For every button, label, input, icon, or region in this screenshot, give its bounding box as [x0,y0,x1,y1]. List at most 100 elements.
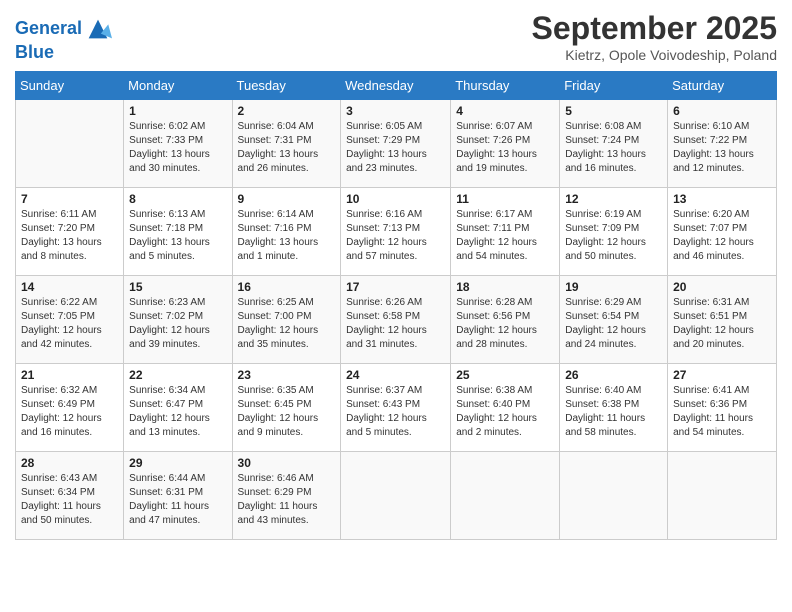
calendar-cell: 3 Sunrise: 6:05 AMSunset: 7:29 PMDaylight… [341,100,451,188]
day-info: Sunrise: 6:26 AMSunset: 6:58 PMDaylight:… [346,296,445,352]
day-info: Sunrise: 6:16 AMSunset: 7:13 PMDaylight:… [346,208,445,264]
calendar-cell: 20 Sunrise: 6:31 AMSunset: 6:51 PMDayligh… [668,276,777,364]
day-info: Sunrise: 6:20 AMSunset: 7:07 PMDaylight:… [673,208,771,264]
calendar-cell: 2Sunrise: 6:04 AMSunset: 7:31 PMDaylight… [232,100,341,188]
calendar-cell: 15 Sunrise: 6:23 AMSunset: 7:02 PMDayligh… [124,276,232,364]
calendar-cell: 12 Sunrise: 6:19 AMSunset: 7:09 PMDayligh… [560,188,668,276]
header-wednesday: Wednesday [341,72,451,100]
day-info: Sunrise: 6:34 AMSunset: 6:47 PMDaylight:… [129,384,226,440]
calendar-cell: 19 Sunrise: 6:29 AMSunset: 6:54 PMDayligh… [560,276,668,364]
page-header: General Blue September 2025 Kietrz, Opol… [15,10,777,63]
calendar-cell: 22 Sunrise: 6:34 AMSunset: 6:47 PMDayligh… [124,364,232,452]
header-saturday: Saturday [668,72,777,100]
calendar-cell: 6Sunrise: 6:10 AMSunset: 7:22 PMDaylight… [668,100,777,188]
day-number: 15 [129,280,226,294]
day-info: Sunrise: 6:40 AMSunset: 6:38 PMDaylight:… [565,384,662,440]
day-info: Sunrise: 6:05 AMSunset: 7:29 PMDaylight:… [346,120,445,176]
day-number: 20 [673,280,771,294]
day-number: 23 [238,368,336,382]
calendar-cell: 29Sunrise: 6:44 AMSunset: 6:31 PMDayligh… [124,452,232,540]
day-number: 3 [346,104,445,118]
calendar-week-4: 21Sunrise: 6:32 AMSunset: 6:49 PMDayligh… [16,364,777,452]
day-info: Sunrise: 6:25 AMSunset: 7:00 PMDaylight:… [238,296,336,352]
calendar-cell: 13 Sunrise: 6:20 AMSunset: 7:07 PMDayligh… [668,188,777,276]
calendar-week-3: 14 Sunrise: 6:22 AMSunset: 7:05 PMDayligh… [16,276,777,364]
title-block: September 2025 Kietrz, Opole Voivodeship… [532,10,777,63]
calendar-cell: 23Sunrise: 6:35 AMSunset: 6:45 PMDayligh… [232,364,341,452]
calendar-body: 1Sunrise: 6:02 AMSunset: 7:33 PMDaylight… [16,100,777,540]
day-number: 4 [456,104,554,118]
calendar-cell: 16 Sunrise: 6:25 AMSunset: 7:00 PMDayligh… [232,276,341,364]
day-number: 6 [673,104,771,118]
calendar-cell: 10Sunrise: 6:16 AMSunset: 7:13 PMDayligh… [341,188,451,276]
day-number: 5 [565,104,662,118]
day-number: 28 [21,456,118,470]
day-number: 16 [238,280,336,294]
logo-text: General [15,15,114,43]
location: Kietrz, Opole Voivodeship, Poland [532,47,777,63]
day-info: Sunrise: 6:38 AMSunset: 6:40 PMDaylight:… [456,384,554,440]
calendar-table: SundayMondayTuesdayWednesdayThursdayFrid… [15,71,777,540]
day-number: 12 [565,192,662,206]
day-number: 9 [238,192,336,206]
calendar-cell: 17 Sunrise: 6:26 AMSunset: 6:58 PMDayligh… [341,276,451,364]
calendar-cell: 4 Sunrise: 6:07 AMSunset: 7:26 PMDaylight… [451,100,560,188]
day-info: Sunrise: 6:07 AMSunset: 7:26 PMDaylight:… [456,120,554,176]
day-number: 19 [565,280,662,294]
calendar-header-row: SundayMondayTuesdayWednesdayThursdayFrid… [16,72,777,100]
calendar-cell [451,452,560,540]
header-tuesday: Tuesday [232,72,341,100]
header-friday: Friday [560,72,668,100]
header-sunday: Sunday [16,72,124,100]
day-number: 24 [346,368,445,382]
day-info: Sunrise: 6:14 AMSunset: 7:16 PMDaylight:… [238,208,336,264]
calendar-cell: 14 Sunrise: 6:22 AMSunset: 7:05 PMDayligh… [16,276,124,364]
calendar-week-1: 1Sunrise: 6:02 AMSunset: 7:33 PMDaylight… [16,100,777,188]
day-info: Sunrise: 6:23 AMSunset: 7:02 PMDaylight:… [129,296,226,352]
day-info: Sunrise: 6:43 AMSunset: 6:34 PMDaylight:… [21,472,118,528]
day-info: Sunrise: 6:28 AMSunset: 6:56 PMDaylight:… [456,296,554,352]
day-info: Sunrise: 6:19 AMSunset: 7:09 PMDaylight:… [565,208,662,264]
calendar-week-2: 7Sunrise: 6:11 AMSunset: 7:20 PMDaylight… [16,188,777,276]
calendar-cell: 1Sunrise: 6:02 AMSunset: 7:33 PMDaylight… [124,100,232,188]
day-info: Sunrise: 6:17 AMSunset: 7:11 PMDaylight:… [456,208,554,264]
logo-blue: Blue [15,43,114,63]
day-number: 11 [456,192,554,206]
calendar-cell [560,452,668,540]
calendar-cell: 8Sunrise: 6:13 AMSunset: 7:18 PMDaylight… [124,188,232,276]
month-title: September 2025 [532,10,777,47]
day-number: 2 [238,104,336,118]
calendar-cell: 9 Sunrise: 6:14 AMSunset: 7:16 PMDaylight… [232,188,341,276]
day-number: 13 [673,192,771,206]
day-number: 26 [565,368,662,382]
calendar-cell: 30Sunrise: 6:46 AMSunset: 6:29 PMDayligh… [232,452,341,540]
calendar-week-5: 28 Sunrise: 6:43 AMSunset: 6:34 PMDayligh… [16,452,777,540]
day-info: Sunrise: 6:41 AMSunset: 6:36 PMDaylight:… [673,384,771,440]
day-info: Sunrise: 6:32 AMSunset: 6:49 PMDaylight:… [21,384,118,440]
day-info: Sunrise: 6:37 AMSunset: 6:43 PMDaylight:… [346,384,445,440]
calendar-cell: 7Sunrise: 6:11 AMSunset: 7:20 PMDaylight… [16,188,124,276]
day-number: 14 [21,280,118,294]
calendar-cell: 28 Sunrise: 6:43 AMSunset: 6:34 PMDayligh… [16,452,124,540]
day-info: Sunrise: 6:29 AMSunset: 6:54 PMDaylight:… [565,296,662,352]
calendar-cell: 26 Sunrise: 6:40 AMSunset: 6:38 PMDayligh… [560,364,668,452]
day-number: 22 [129,368,226,382]
logo-icon [84,15,112,43]
day-number: 7 [21,192,118,206]
day-info: Sunrise: 6:08 AMSunset: 7:24 PMDaylight:… [565,120,662,176]
calendar-cell: 5 Sunrise: 6:08 AMSunset: 7:24 PMDaylight… [560,100,668,188]
header-monday: Monday [124,72,232,100]
calendar-cell: 18 Sunrise: 6:28 AMSunset: 6:56 PMDayligh… [451,276,560,364]
day-info: Sunrise: 6:22 AMSunset: 7:05 PMDaylight:… [21,296,118,352]
calendar-cell: 11 Sunrise: 6:17 AMSunset: 7:11 PMDayligh… [451,188,560,276]
day-number: 18 [456,280,554,294]
day-number: 25 [456,368,554,382]
calendar-cell [668,452,777,540]
day-number: 30 [238,456,336,470]
logo: General Blue [15,15,114,63]
day-number: 17 [346,280,445,294]
day-info: Sunrise: 6:02 AMSunset: 7:33 PMDaylight:… [129,120,226,176]
day-number: 8 [129,192,226,206]
header-thursday: Thursday [451,72,560,100]
day-info: Sunrise: 6:31 AMSunset: 6:51 PMDaylight:… [673,296,771,352]
